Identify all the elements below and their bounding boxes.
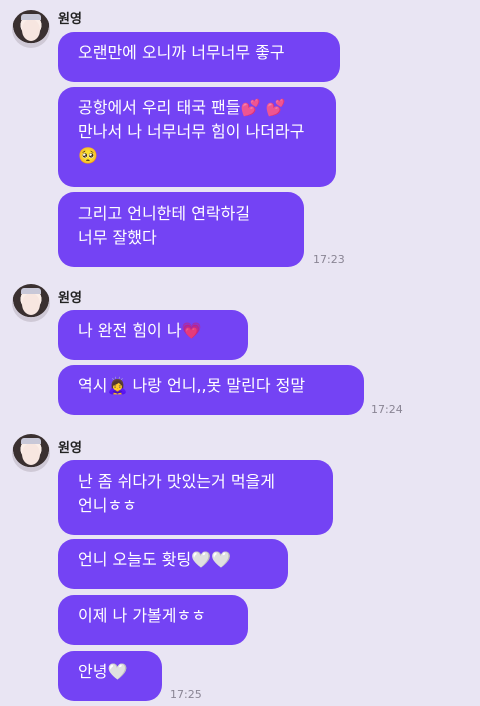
message-bubble[interactable]: 언니 오늘도 홧팅🤍🤍 <box>58 539 288 589</box>
message-bubble[interactable]: 오랜만에 오니까 너무너무 좋구 <box>58 32 340 82</box>
sender-avatar[interactable] <box>12 10 50 48</box>
message-bubble[interactable]: 난 좀 쉬다가 맛있는거 먹을게 언니ㅎㅎ <box>58 460 333 535</box>
message-line: 안녕🤍 <box>78 662 128 681</box>
sender-name: 원영 <box>58 441 82 456</box>
message-line: 난 좀 쉬다가 맛있는거 먹을게 <box>78 472 275 491</box>
message-line: 나 완전 힘이 나💗 <box>78 321 202 340</box>
sender-name: 원영 <box>58 291 82 306</box>
message-bubble[interactable]: 공항에서 우리 태국 팬들💕 💕 만나서 나 너무너무 힘이 나더라구 🥺 <box>58 87 336 187</box>
message-bubble[interactable]: 안녕🤍 <box>58 651 162 701</box>
sender-avatar[interactable] <box>12 284 50 322</box>
message-timestamp: 17:25 <box>170 688 202 701</box>
message-bubble[interactable]: 나 완전 힘이 나💗 <box>58 310 248 360</box>
message-bubble[interactable]: 이제 나 가볼게ㅎㅎ <box>58 595 248 645</box>
message-line: 그리고 언니한테 연락하길 <box>78 204 251 223</box>
message-line: 🥺 <box>78 146 98 165</box>
message-line: 오랜만에 오니까 너무너무 좋구 <box>78 43 285 62</box>
message-line: 공항에서 우리 태국 팬들💕 💕 <box>78 98 286 117</box>
message-bubble[interactable]: 그리고 언니한테 연락하길 너무 잘했다 <box>58 192 304 267</box>
message-timestamp: 17:24 <box>371 403 403 416</box>
message-bubble[interactable]: 역시🙇‍♀️ 나랑 언니,,못 말린다 정말 <box>58 365 364 415</box>
message-line: 언니 오늘도 홧팅🤍🤍 <box>78 550 232 569</box>
message-line: 역시🙇‍♀️ 나랑 언니,,못 말린다 정말 <box>78 376 306 395</box>
message-line: 너무 잘했다 <box>78 228 157 247</box>
message-line: 이제 나 가볼게ㅎㅎ <box>78 606 206 625</box>
sender-name: 원영 <box>58 12 82 27</box>
message-line: 만나서 나 너무너무 힘이 나더라구 <box>78 122 305 141</box>
message-timestamp: 17:23 <box>313 253 345 266</box>
sender-avatar[interactable] <box>12 434 50 472</box>
message-line: 언니ㅎㅎ <box>78 496 137 515</box>
